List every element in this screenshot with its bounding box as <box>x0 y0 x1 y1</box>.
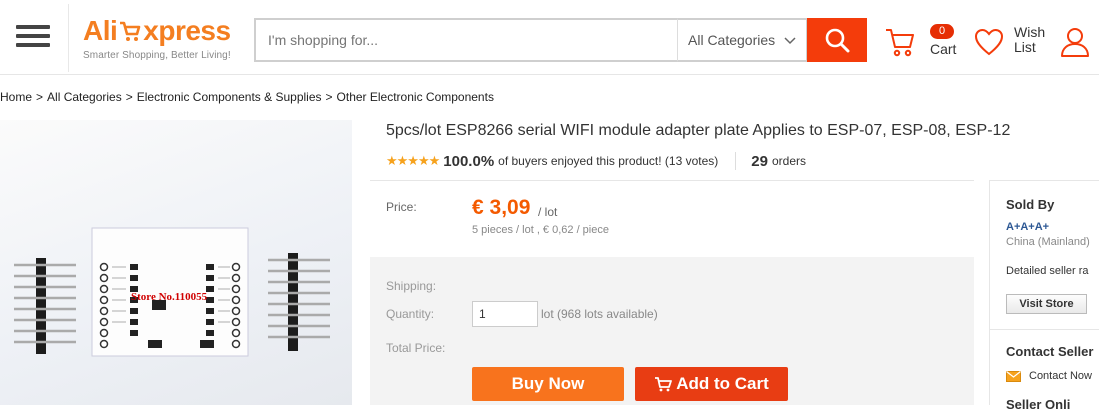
quantity-label: Quantity: <box>386 307 435 321</box>
store-location: China (Mainland) <box>1006 236 1090 248</box>
price-unit: / lot <box>538 205 558 219</box>
breadcrumb-home[interactable]: Home <box>0 90 32 104</box>
breadcrumb: Home > All Categories > Electronic Component… <box>0 90 494 104</box>
cart-button[interactable]: 0 Cart <box>884 24 964 64</box>
store-name-link[interactable]: A+A+A+ <box>1006 221 1049 233</box>
site-header: Ali xpress Smarter Shopping, Better Livi… <box>0 0 1099 75</box>
logo-text-right: xpress <box>143 15 231 46</box>
rating-divider <box>735 152 737 170</box>
rating-percent: 100.0% <box>443 152 495 170</box>
buy-now-label: Buy Now <box>511 374 585 393</box>
quantity-availability: lot (968 lots available) <box>541 307 658 321</box>
mail-icon <box>1006 370 1021 382</box>
search-bar: All Categories <box>254 18 867 62</box>
quantity-input[interactable] <box>472 301 538 327</box>
total-price-label: Total Price: <box>386 341 446 355</box>
breadcrumb-other-electronic-components[interactable]: Other Electronic Components <box>337 90 494 104</box>
star-rating-icon[interactable]: ★★★★★ <box>386 153 440 169</box>
detailed-seller-ratings: Detailed seller ra <box>1006 265 1089 277</box>
search-icon <box>825 28 850 53</box>
shipping-label: Shipping: <box>386 279 437 293</box>
price-value: € 3,09 <box>472 196 531 219</box>
rating-text[interactable]: of buyers enjoyed this product! (13 vote… <box>498 154 718 168</box>
orders-count: 29 <box>751 152 768 170</box>
seller-panel: Sold By A+A+A+ China (Mainland) Detailed… <box>989 180 1099 412</box>
logo-text-left: Ali <box>83 15 118 46</box>
chevron-down-icon <box>784 37 796 45</box>
logo-cart-icon <box>120 21 141 41</box>
add-to-cart-label: Add to Cart <box>676 374 769 393</box>
contact-now-label: Contact Now <box>1029 370 1092 382</box>
image-watermark: Store No.110055 <box>131 291 208 303</box>
breadcrumb-all-categories[interactable]: All Categories <box>47 90 122 104</box>
search-button[interactable] <box>807 18 867 62</box>
left-pin-header <box>14 258 76 354</box>
price-label: Price: <box>386 200 417 214</box>
account-button[interactable] <box>1060 26 1090 58</box>
heart-icon <box>974 28 1004 56</box>
category-select[interactable]: All Categories <box>677 18 808 62</box>
buy-now-button[interactable]: Buy Now <box>472 367 624 401</box>
logo-tagline: Smarter Shopping, Better Living! <box>83 50 231 61</box>
cart-icon <box>655 377 673 392</box>
orders-label: orders <box>771 154 806 168</box>
rating-row: ★★★★★ 100.0% of buyers enjoyed this prod… <box>386 151 806 171</box>
seller-divider <box>990 329 1099 330</box>
user-icon <box>1061 28 1089 57</box>
contact-now-link[interactable]: Contact Now <box>1006 370 1092 382</box>
header-divider <box>68 4 69 72</box>
cart-label: Cart <box>930 41 957 57</box>
wish-list-label: Wish List <box>1014 24 1046 55</box>
product-image[interactable]: Store No.110055 <box>0 120 352 405</box>
product-title: 5pcs/lot ESP8266 serial WIFI module adap… <box>386 122 1011 139</box>
search-input[interactable] <box>254 18 677 62</box>
category-select-label: All Categories <box>688 32 776 48</box>
breadcrumb-electronic-components[interactable]: Electronic Components & Supplies <box>137 90 322 104</box>
right-pin-header <box>268 253 330 351</box>
sold-by-heading: Sold By <box>1006 197 1055 212</box>
wish-list-button[interactable]: Wish List <box>974 24 1058 64</box>
price-per-piece: 5 pieces / lot , € 0,62 / piece <box>472 224 609 236</box>
cart-count-badge: 0 <box>930 24 954 39</box>
contact-seller-heading: Contact Seller <box>1006 344 1094 359</box>
cart-icon <box>886 29 914 57</box>
visit-store-button[interactable]: Visit Store <box>1006 294 1087 314</box>
price-divider <box>370 180 974 181</box>
aliexpress-logo[interactable]: Ali xpress Smarter Shopping, Better Livi… <box>83 15 243 65</box>
esp8266-adapter-board-image: Store No.110055 <box>14 227 330 357</box>
add-to-cart-button[interactable]: Add to Cart <box>635 367 788 401</box>
menu-icon[interactable] <box>16 25 50 51</box>
